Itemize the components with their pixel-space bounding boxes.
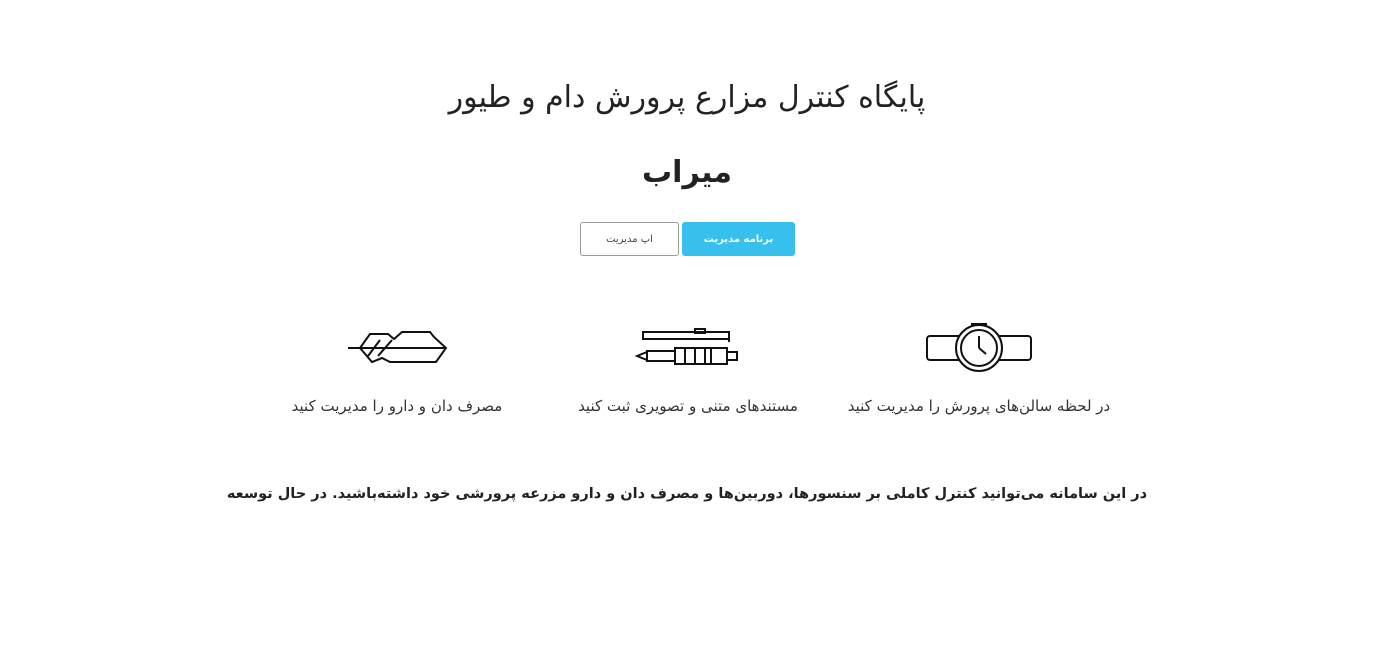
brand-name: میراب [642, 155, 732, 190]
feature-feed-medicine: مصرف دان و دارو را مدیریت کنید [247, 318, 547, 419]
feature-realtime-management: در لحظه سالن‌های پرورش را مدیریت کنید [829, 318, 1129, 419]
feature-documents: مستندهای متنی و تصویری ثبت کنید [538, 318, 838, 419]
management-app-button[interactable]: اپ مدیریت [580, 222, 679, 256]
feature-label: در لحظه سالن‌های پرورش را مدیریت کنید [847, 397, 1111, 415]
feather-icon [247, 318, 547, 378]
wristwatch-icon [829, 318, 1129, 378]
feature-label: مستندهای متنی و تصویری ثبت کنید [578, 397, 798, 415]
management-program-button[interactable]: برنامه مدیریت [682, 222, 795, 256]
description-text: در این سامانه می‌توانید کنترل کاملی بر س… [226, 485, 1148, 502]
page-title: پایگاه کنترل مزارع پرورش دام و طیور [448, 80, 926, 115]
pen-icon [538, 318, 838, 378]
feature-label: مصرف دان و دارو را مدیریت کنید [291, 397, 503, 415]
